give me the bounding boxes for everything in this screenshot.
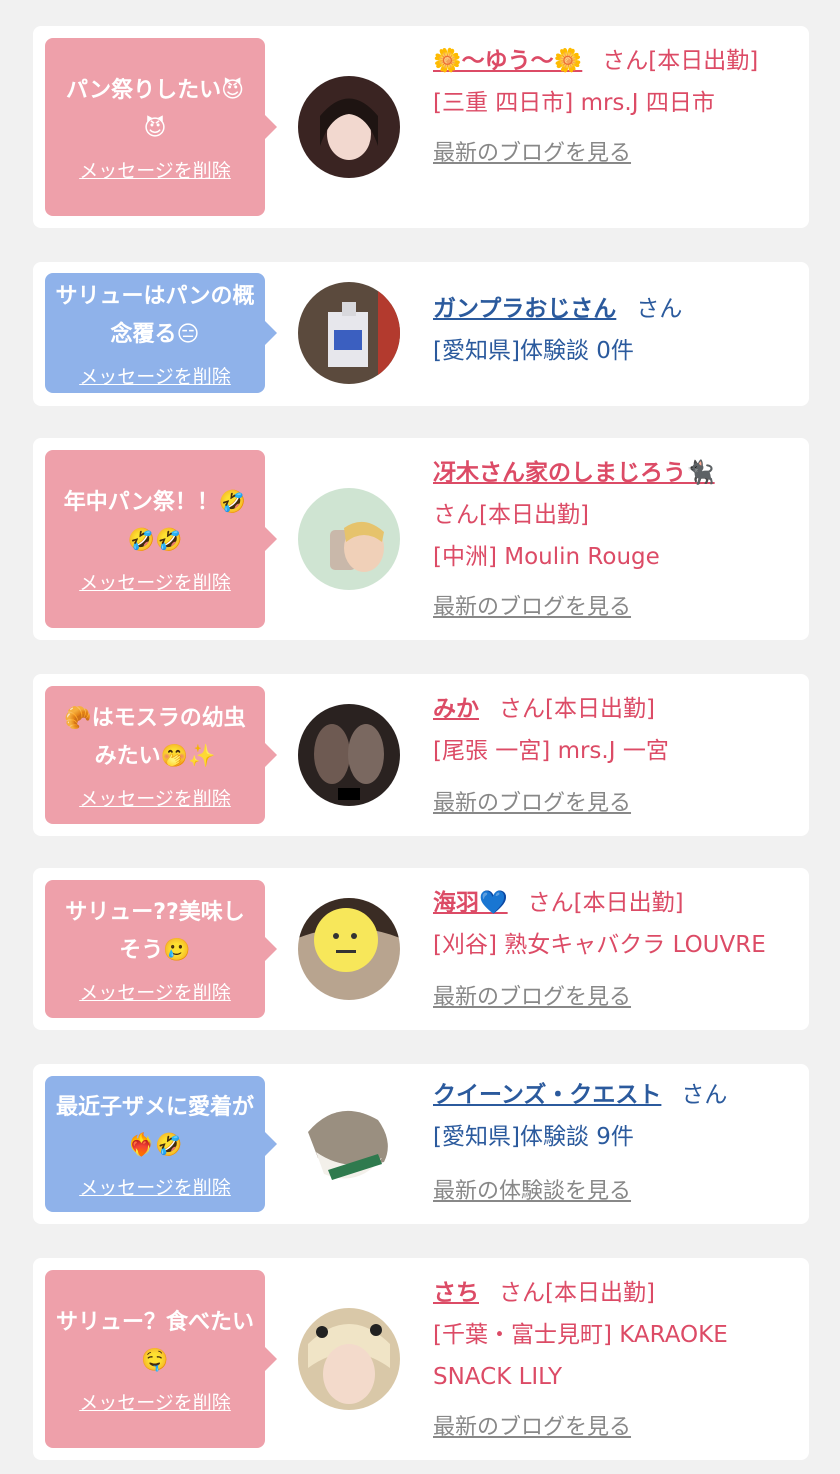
delete-message-link[interactable]: メッセージを削除: [79, 568, 231, 595]
avatar[interactable]: [298, 488, 400, 590]
san-label: さん: [499, 1280, 545, 1306]
favorite-card: 最近子ザメに愛着が❤️‍🔥🤣 メッセージを削除 クイーンズ・クエスト さん [愛知…: [33, 1064, 809, 1224]
favorite-card: サリュー??美味しそう🥲 メッセージを削除 海羽💙 さん[本日出勤] [刈谷] 熟…: [33, 868, 809, 1030]
san-label: さん: [527, 890, 574, 916]
avatar[interactable]: [298, 704, 400, 806]
experience-link[interactable]: 最新の体験談を見る: [433, 1179, 631, 1204]
delete-message-link[interactable]: メッセージを削除: [79, 1388, 231, 1415]
delete-message-link[interactable]: メッセージを削除: [79, 156, 231, 183]
delete-message-link[interactable]: メッセージを削除: [79, 362, 231, 389]
shop-text: [千葉・富士見町] KARAOKE SNACK LILY: [433, 1322, 728, 1390]
delete-message-link[interactable]: メッセージを削除: [79, 784, 231, 811]
favorite-card: 🥐はモスラの幼虫みたい🤭✨ メッセージを削除 みか さん[本日出勤] [尾張 一宮…: [33, 674, 809, 836]
cast-name-link[interactable]: 🌼〜ゆう〜🌼: [433, 48, 582, 74]
message-bubble: サリュー？食べたい🤤 メッセージを削除: [45, 1270, 277, 1448]
message-bubble: 最近子ザメに愛着が❤️‍🔥🤣 メッセージを削除: [45, 1076, 277, 1212]
message-text: パン祭りしたい😈😈: [65, 77, 245, 141]
favorite-card: サリューはパンの概念覆る😑 メッセージを削除 ガンプラおじさん さん [愛知県]体…: [33, 262, 809, 406]
cast-name-link[interactable]: 海羽💙: [433, 890, 508, 916]
favorite-card: パン祭りしたい😈😈 メッセージを削除 🌼〜ゆう〜🌼 さん[本日出勤] [三重 四日…: [33, 26, 809, 228]
shop-text: [尾張 一宮] mrs.J 一宮: [433, 738, 669, 764]
message-text: 最近子ザメに愛着が❤️‍🔥🤣: [55, 1094, 254, 1158]
cast-name-link[interactable]: 冴木さん家のしまじろう🐈‍⬛: [433, 460, 715, 486]
cast-name-link[interactable]: クイーンズ・クエスト: [433, 1082, 661, 1108]
delete-message-link[interactable]: メッセージを削除: [79, 978, 231, 1005]
message-text: 年中パン祭！！🤣🤣🤣: [63, 489, 247, 553]
status-text: [本日出勤]: [545, 1280, 655, 1306]
avatar[interactable]: [298, 76, 400, 178]
delete-message-link[interactable]: メッセージを削除: [79, 1173, 231, 1200]
status-text: [本日出勤]: [479, 502, 589, 528]
shop-text: [三重 四日市] mrs.J 四日市: [433, 90, 715, 116]
message-bubble: パン祭りしたい😈😈 メッセージを削除: [45, 38, 277, 216]
cast-name-link[interactable]: さち: [433, 1280, 479, 1306]
message-text: サリューはパンの概念覆る😑: [55, 283, 255, 347]
message-bubble: 年中パン祭！！🤣🤣🤣 メッセージを削除: [45, 450, 277, 628]
shop-text: [愛知県]体験談 9件: [433, 1124, 634, 1150]
message-text: 🥐はモスラの幼虫みたい🤭✨: [64, 705, 246, 769]
san-label: さん: [636, 296, 683, 322]
avatar[interactable]: [298, 1092, 400, 1194]
blog-link[interactable]: 最新のブログを見る: [433, 141, 631, 166]
shop-text: [刈谷] 熟女キャバクラ LOUVRE: [433, 932, 766, 958]
status-text: [本日出勤]: [573, 890, 684, 916]
message-bubble: 🥐はモスラの幼虫みたい🤭✨ メッセージを削除: [45, 686, 277, 824]
message-text: サリュー？食べたい🤤: [55, 1309, 254, 1373]
status-text: [本日出勤]: [648, 48, 759, 74]
shop-text: [中洲] Moulin Rouge: [433, 544, 660, 570]
cast-name-link[interactable]: みか: [433, 696, 479, 722]
blog-link[interactable]: 最新のブログを見る: [433, 985, 631, 1010]
favorite-card: 年中パン祭！！🤣🤣🤣 メッセージを削除 冴木さん家のしまじろう🐈‍⬛ さん[本日…: [33, 438, 809, 640]
favorite-card: サリュー？食べたい🤤 メッセージを削除 さち さん[本日出勤] [千葉・富士見町]…: [33, 1258, 809, 1460]
shop-text: [愛知県]体験談 0件: [433, 338, 634, 364]
avatar[interactable]: [298, 1308, 400, 1410]
cast-name-link[interactable]: ガンプラおじさん: [433, 296, 616, 322]
san-label: さん: [602, 48, 649, 74]
blog-link[interactable]: 最新のブログを見る: [433, 595, 631, 620]
blog-link[interactable]: 最新のブログを見る: [433, 791, 631, 816]
blog-link[interactable]: 最新のブログを見る: [433, 1415, 631, 1440]
status-text: [本日出勤]: [545, 696, 655, 722]
san-label: さん: [499, 696, 545, 722]
san-label: さん: [433, 502, 479, 528]
avatar[interactable]: [298, 898, 400, 1000]
message-bubble: サリュー??美味しそう🥲 メッセージを削除: [45, 880, 277, 1018]
message-bubble: サリューはパンの概念覆る😑 メッセージを削除: [45, 273, 277, 393]
avatar[interactable]: [298, 282, 400, 384]
message-text: サリュー??美味しそう🥲: [65, 899, 245, 963]
san-label: さん: [681, 1082, 728, 1108]
